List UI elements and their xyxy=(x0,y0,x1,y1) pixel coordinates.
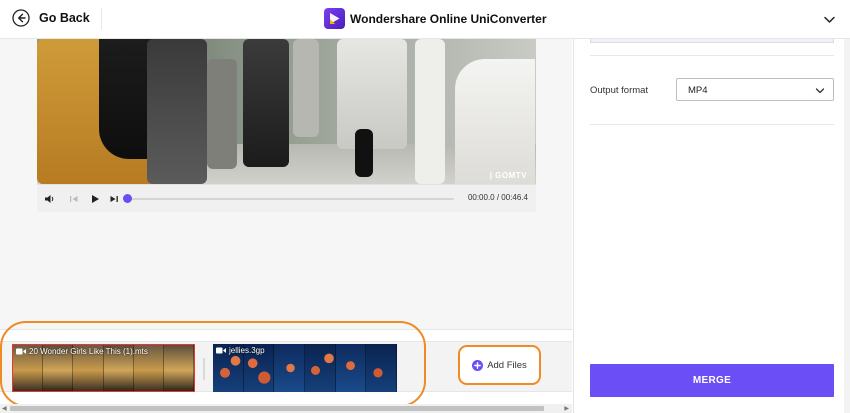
vertical-scrollbar[interactable] xyxy=(844,39,850,413)
editor-area: | GOMTV 00:00.0 / 00:46.4 20 Wonder Girl… xyxy=(0,39,572,413)
scrollbar-thumb[interactable] xyxy=(10,406,544,411)
brand: Wondershare Online UniConverter xyxy=(324,8,546,29)
play-icon[interactable] xyxy=(89,193,101,205)
progress-knob[interactable] xyxy=(123,194,132,203)
panel-divider xyxy=(590,55,834,56)
volume-icon[interactable] xyxy=(44,193,56,205)
uniconverter-logo-icon xyxy=(324,8,345,29)
brand-name: Wondershare Online UniConverter xyxy=(350,11,547,26)
clip-item[interactable]: jellies.3gp xyxy=(213,344,397,392)
merge-button[interactable]: MERGE xyxy=(590,364,834,397)
panel-divider xyxy=(590,124,834,125)
previous-frame-icon[interactable] xyxy=(68,193,80,205)
clip-name: jellies.3gp xyxy=(229,346,265,355)
go-back-button[interactable]: Go Back xyxy=(12,9,90,27)
video-preview[interactable]: | GOMTV xyxy=(37,39,536,184)
go-back-label: Go Back xyxy=(39,11,90,25)
add-files-button[interactable]: Add Files xyxy=(458,345,541,385)
clip-separator xyxy=(203,358,205,380)
clip-item[interactable]: 20 Wonder Girls Like This (1).mts xyxy=(12,344,195,392)
video-watermark: | GOMTV xyxy=(489,171,527,180)
output-format-value: MP4 xyxy=(688,85,708,96)
video-camera-icon xyxy=(16,348,26,355)
chevron-down-icon xyxy=(815,88,825,94)
next-frame-icon[interactable] xyxy=(108,193,120,205)
scroll-right-icon[interactable]: ▶ xyxy=(564,405,569,412)
settings-panel: Output format MP4 MERGE xyxy=(573,39,850,413)
video-camera-icon xyxy=(216,347,226,354)
output-format-select[interactable]: MP4 xyxy=(676,78,834,101)
scroll-left-icon[interactable]: ◀ xyxy=(2,405,7,412)
app-window: Go Back Wondershare Online UniConverter xyxy=(0,0,850,413)
progress-track[interactable] xyxy=(128,198,454,200)
clip-name: 20 Wonder Girls Like This (1).mts xyxy=(29,347,148,356)
add-files-label: Add Files xyxy=(487,359,527,371)
output-format-label: Output format xyxy=(590,85,649,96)
horizontal-scrollbar[interactable]: ◀ ▶ xyxy=(0,404,572,413)
chevron-down-icon[interactable] xyxy=(823,13,836,26)
arrow-left-circle-icon xyxy=(12,9,30,27)
time-display: 00:00.0 / 00:46.4 xyxy=(467,193,528,202)
top-header: Go Back Wondershare Online UniConverter xyxy=(0,0,850,39)
header-divider xyxy=(101,8,102,30)
plus-circle-icon xyxy=(472,359,484,371)
player-controls: 00:00.0 / 00:46.4 xyxy=(37,184,536,212)
panel-top-box xyxy=(590,39,834,43)
